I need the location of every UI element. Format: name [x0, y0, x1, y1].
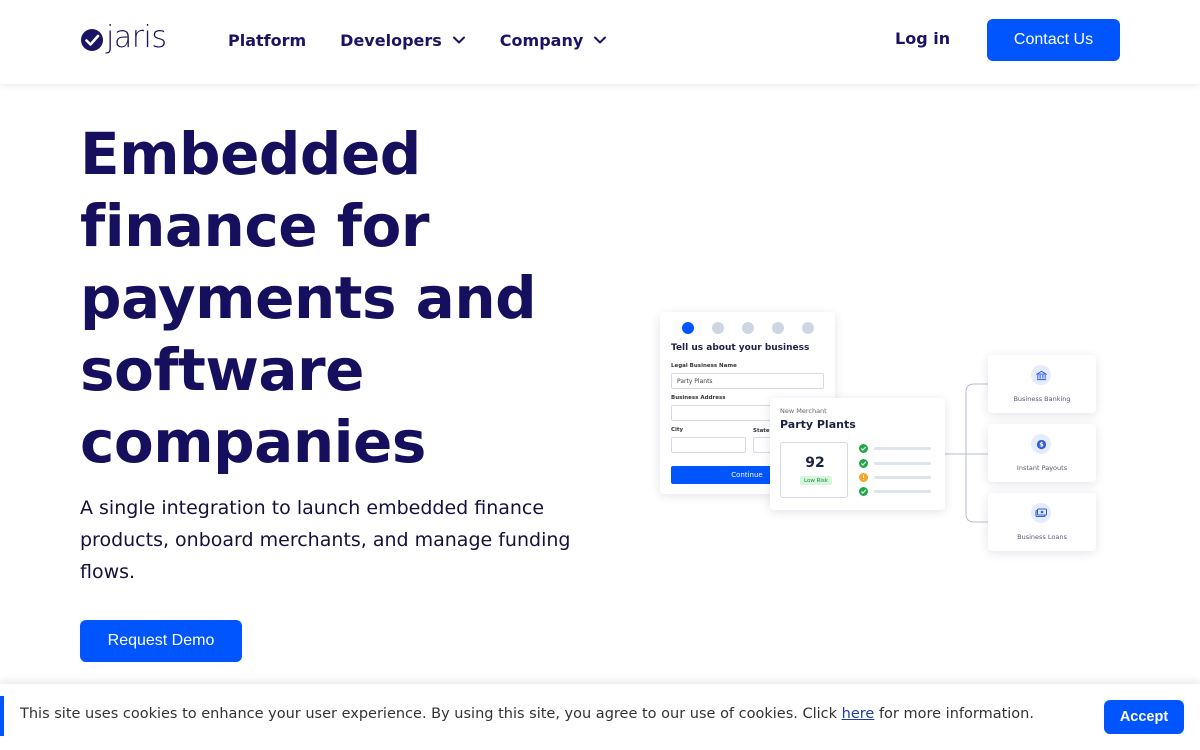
nav-developers-label: Developers: [340, 30, 442, 50]
check-bar: [874, 447, 931, 450]
product-card-banking: Business Banking: [988, 355, 1096, 413]
cash-icon: [1031, 503, 1051, 523]
request-demo-button[interactable]: Request Demo: [80, 620, 242, 662]
city-label: City: [671, 427, 684, 433]
check-icon: [859, 444, 868, 453]
step-dot: [682, 322, 694, 334]
check-bar: [874, 462, 931, 465]
product-illustration: Tell us about your business Legal Busine…: [650, 300, 1110, 570]
state-label: State: [753, 428, 770, 434]
cookie-banner: This site uses cookies to enhance your u…: [0, 684, 1200, 750]
risk-score: 92: [805, 455, 825, 471]
merchant-name: Party Plants: [780, 418, 856, 431]
cookie-more-info-link[interactable]: here: [842, 706, 875, 722]
warning-icon: [859, 473, 868, 482]
main-nav: Platform Developers Company: [228, 28, 641, 52]
step-dot: [802, 322, 814, 334]
check-icon: [859, 459, 868, 468]
nav-company[interactable]: Company: [500, 28, 607, 52]
site-header: jaris Platform Developers Company Log in…: [0, 0, 1200, 84]
merchant-card: New Merchant Party Plants 92 Low Risk: [770, 398, 945, 510]
cookie-text: This site uses cookies to enhance your u…: [20, 706, 1034, 722]
step-dot: [712, 322, 724, 334]
logo-text: jaris: [106, 20, 167, 55]
address-label: Business Address: [671, 395, 726, 401]
accept-cookies-button[interactable]: Accept: [1104, 700, 1184, 734]
step-dot: [742, 322, 754, 334]
check-row: [859, 444, 931, 453]
product-label-banking: Business Banking: [1013, 395, 1071, 403]
check-row: [859, 487, 931, 496]
form-title: Tell us about your business: [671, 343, 810, 353]
jaris-logo[interactable]: jaris: [80, 20, 167, 60]
cookie-text-after: for more information.: [874, 706, 1034, 722]
step-dot: [772, 322, 784, 334]
cookie-banner-accent: [0, 696, 4, 736]
risk-badge: Low Risk: [800, 476, 832, 485]
logo-check-icon: [81, 29, 103, 51]
progress-steps: [682, 322, 814, 334]
merchant-caption: New Merchant: [780, 407, 827, 415]
check-row: [859, 459, 931, 468]
product-card-payouts: $ Instant Payouts: [988, 424, 1096, 482]
contact-us-button[interactable]: Contact Us: [987, 19, 1120, 61]
risk-score-box: 92 Low Risk: [780, 442, 848, 498]
dollar-icon: $: [1031, 434, 1051, 454]
login-link[interactable]: Log in: [895, 29, 950, 48]
check-icon: [859, 487, 868, 496]
hero-title: Embedded finance for payments and softwa…: [80, 120, 537, 476]
nav-developers[interactable]: Developers: [340, 28, 466, 52]
check-bar: [874, 490, 931, 493]
check-row: [859, 473, 931, 482]
hero-subtitle: A single integration to launch embedded …: [80, 497, 571, 583]
svg-text:$: $: [1039, 440, 1044, 448]
nav-platform-label: Platform: [228, 30, 307, 50]
product-label-payouts: Instant Payouts: [1016, 464, 1068, 472]
city-field: [671, 437, 746, 453]
nav-company-label: Company: [499, 30, 584, 50]
chevron-down-icon: [452, 36, 465, 44]
check-bar: [874, 476, 931, 479]
legal-name-label: Legal Business Name: [671, 363, 737, 369]
nav-platform[interactable]: Platform: [228, 28, 306, 52]
bank-icon: [1031, 365, 1051, 385]
product-card-loans: Business Loans: [988, 493, 1096, 551]
product-label-loans: Business Loans: [1017, 533, 1067, 541]
chevron-down-icon: [594, 36, 607, 44]
cookie-text-before: This site uses cookies to enhance your u…: [20, 706, 842, 722]
legal-name-field: Party Plants: [671, 373, 824, 389]
